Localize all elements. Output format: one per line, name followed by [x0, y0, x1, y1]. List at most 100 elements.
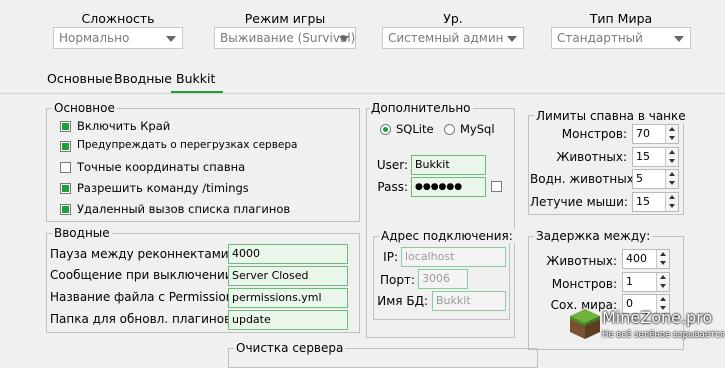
permissions-file-label: Название файла с Permissions: [50, 290, 244, 304]
worldtype-select[interactable]: Стандартный [551, 27, 691, 49]
arrow-up-icon[interactable] [669, 195, 675, 199]
shutdown-message-input[interactable]: Server Closed [228, 266, 348, 286]
arrow-down-icon[interactable] [669, 136, 675, 140]
mysql-label: MySql [460, 122, 495, 136]
show-password-checkbox[interactable] [491, 181, 502, 192]
remote-plugins-checkbox[interactable] [60, 204, 71, 215]
reconnect-label: Пауза между реконнектами: [50, 247, 233, 261]
exact-spawn-label: Точные координаты спавна [77, 160, 246, 174]
watermark: MineZone.pro Не всё зелёное взрывается [564, 303, 725, 350]
arrow-up-icon[interactable] [669, 150, 675, 154]
watermark-title: MineZone.pro [602, 308, 713, 327]
spinner-buttons[interactable] [665, 125, 678, 143]
extra-group-title: Дополнительно [369, 101, 473, 115]
enable-end-label: Включить Край [77, 119, 171, 133]
spinner-buttons[interactable] [656, 250, 669, 268]
sqlite-label: SQLite [396, 122, 434, 136]
update-folder-input[interactable]: update [228, 310, 348, 330]
limit-monsters-value: 70 [636, 127, 650, 140]
overload-warning-checkbox[interactable] [60, 141, 71, 152]
difficulty-label: Сложность [81, 11, 155, 26]
spawn-limits-title: Лимиты спавна в чанке [534, 109, 688, 123]
limit-bats-label: Летучие мыши: [530, 195, 628, 209]
limit-monsters-label: Монстров: [561, 127, 627, 141]
delay-animals-spinner[interactable]: 400 [622, 249, 670, 269]
delay-monsters-label: Монстров: [551, 277, 617, 291]
gamemode-value: Выживание (Survival) [220, 31, 356, 45]
allow-timings-checkbox[interactable] [60, 183, 71, 194]
arrow-down-icon[interactable] [669, 204, 675, 208]
arrow-up-icon[interactable] [669, 172, 675, 176]
chevron-down-icon [507, 36, 517, 42]
limit-water-label: Водн. животных: [530, 172, 638, 186]
ip-label: IP: [383, 250, 398, 264]
dbname-input[interactable]: Bukkit [432, 291, 506, 311]
overload-warning-label: Предупреждать о перегрузках сервера [77, 139, 298, 151]
delay-group-title: Задержка между: [534, 229, 653, 243]
gamemode-select[interactable]: Выживание (Survival) [214, 27, 356, 49]
limit-monsters-spinner[interactable]: 70 [632, 124, 679, 144]
arrow-up-icon[interactable] [660, 275, 666, 279]
dbname-label: Имя БД: [377, 294, 428, 308]
worldtype-value: Стандартный [557, 31, 643, 45]
ip-input[interactable]: localhost [401, 247, 506, 267]
port-label: Порт: [379, 273, 415, 287]
user-label: User: [376, 158, 408, 172]
arrow-up-icon[interactable] [660, 252, 666, 256]
arrow-down-icon[interactable] [669, 181, 675, 185]
shutdown-message-label: Сообщение при выключении: [50, 268, 237, 282]
delay-monsters-value: 1 [626, 275, 633, 288]
inputs-group-title: Вводные [52, 226, 112, 240]
delay-animals-value: 400 [626, 252, 647, 265]
limit-animals-value: 15 [636, 150, 650, 163]
pass-label: Pass: [377, 180, 408, 194]
difficulty-select[interactable]: Нормально [53, 27, 183, 49]
allow-timings-label: Разрешить команду /timings [77, 181, 249, 195]
minecraft-cube-logo [570, 309, 600, 339]
connection-group-title: Адрес подключения: [379, 229, 515, 243]
port-input[interactable]: 3006 [418, 269, 468, 289]
arrow-down-icon[interactable] [660, 284, 666, 288]
limit-animals-label: Животных: [556, 150, 627, 164]
spinner-buttons[interactable] [665, 148, 678, 166]
worldtype-label: Тип Мира [589, 11, 653, 26]
gamemode-label: Режим игры [244, 11, 326, 26]
chevron-down-icon [339, 36, 349, 42]
spinner-buttons[interactable] [665, 170, 678, 188]
tab-inputs[interactable]: Вводные [114, 71, 172, 86]
update-folder-label: Папка для обновл. плагинов: [50, 312, 236, 326]
watermark-subtitle: Не всё зелёное взрывается [602, 330, 725, 340]
user-input[interactable]: Bukkit [411, 155, 486, 175]
arrow-up-icon[interactable] [669, 127, 675, 131]
permissions-file-input[interactable]: permissions.yml [228, 288, 348, 308]
basic-group-title: Основное [52, 101, 117, 115]
arrow-down-icon[interactable] [669, 159, 675, 163]
tab-bukkit[interactable]: Bukkit [176, 71, 215, 86]
limit-water-value: 5 [636, 172, 643, 185]
reconnect-input[interactable]: 4000 [228, 244, 348, 264]
pass-input[interactable]: ●●●●●● [411, 177, 486, 197]
chevron-down-icon [166, 36, 176, 42]
limit-animals-spinner[interactable]: 15 [632, 147, 679, 167]
tab-basic[interactable]: Основные [47, 71, 113, 86]
sqlite-radio[interactable] [380, 124, 391, 135]
limit-bats-value: 15 [636, 195, 650, 208]
arrow-up-icon[interactable] [660, 297, 666, 301]
spinner-buttons[interactable] [665, 193, 678, 211]
difficulty-value: Нормально [59, 31, 130, 45]
cleanup-group-title: Очистка сервера [234, 341, 346, 355]
remote-plugins-label: Удаленный вызов списка плагинов [77, 202, 291, 216]
admin-value: Системный админ [388, 31, 504, 45]
enable-end-checkbox[interactable] [60, 121, 71, 132]
arrow-down-icon[interactable] [660, 261, 666, 265]
delay-monsters-spinner[interactable]: 1 [622, 272, 670, 292]
exact-spawn-checkbox[interactable] [60, 162, 71, 173]
delay-animals-label: Животных: [546, 254, 617, 268]
spinner-buttons[interactable] [656, 273, 669, 291]
tabs-divider [0, 93, 725, 94]
limit-bats-spinner[interactable]: 15 [632, 192, 679, 212]
admin-select[interactable]: Системный админ [382, 27, 524, 49]
mysql-radio[interactable] [444, 124, 455, 135]
chevron-down-icon [674, 36, 684, 42]
limit-water-spinner[interactable]: 5 [632, 169, 679, 189]
